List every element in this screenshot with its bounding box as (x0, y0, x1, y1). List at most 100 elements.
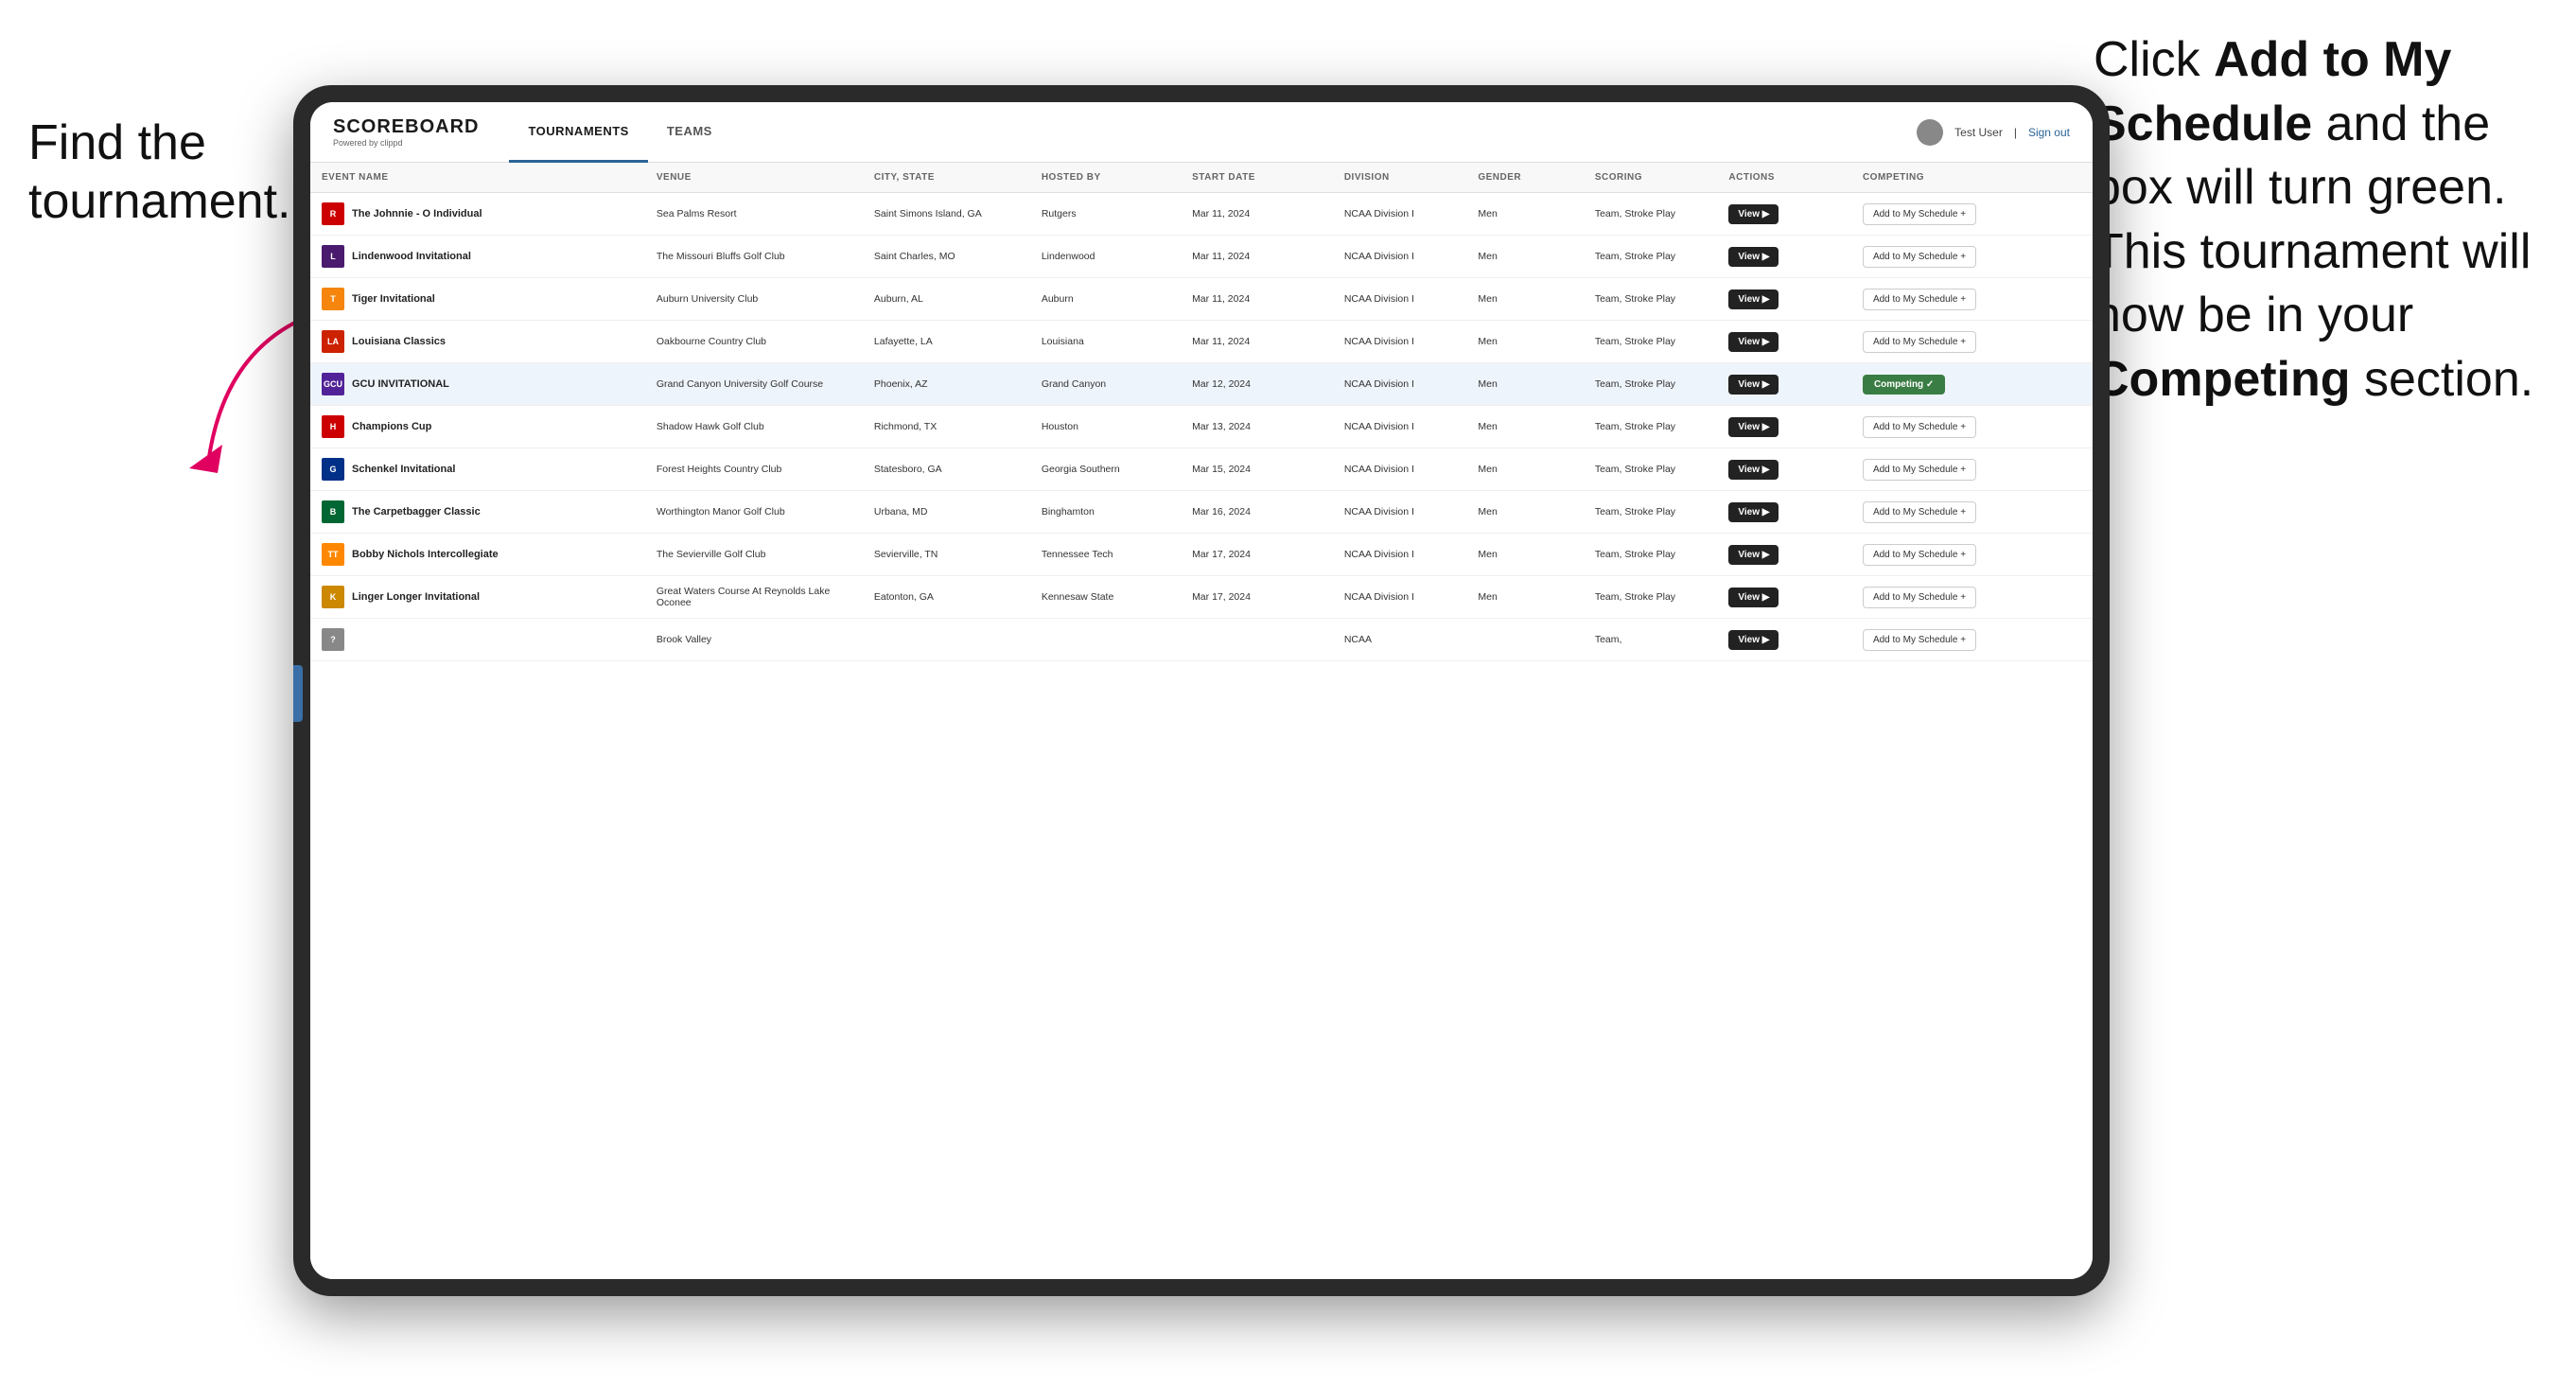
gender-cell: Men (1466, 363, 1583, 406)
hosted-cell: Louisiana (1030, 321, 1181, 363)
tablet-screen: SCOREBOARD Powered by clippd TOURNAMENTS… (310, 102, 2093, 1279)
event-name: Louisiana Classics (352, 336, 446, 347)
add-to-schedule-button[interactable]: Add to My Schedule + (1863, 587, 1976, 608)
city-cell: Statesboro, GA (863, 448, 1030, 491)
add-to-schedule-button[interactable]: Add to My Schedule + (1863, 459, 1976, 481)
actions-cell: View ▶ (1717, 363, 1851, 406)
view-button[interactable]: View ▶ (1728, 375, 1779, 395)
city-cell: Saint Simons Island, GA (863, 193, 1030, 236)
event-name: Schenkel Invitational (352, 464, 455, 475)
sidebar-tab[interactable] (293, 665, 303, 722)
venue-cell: Grand Canyon University Golf Course (645, 363, 863, 406)
annotation-right: Click Add to My Schedule and the box wil… (2094, 28, 2548, 412)
col-header-actions: ACTIONS (1717, 163, 1851, 193)
event-name-cell: G Schenkel Invitational (310, 448, 645, 491)
competing-cell: Add to My Schedule + (1851, 576, 2093, 619)
table-row: T Tiger Invitational Auburn University C… (310, 278, 2093, 321)
add-to-schedule-button[interactable]: Add to My Schedule + (1863, 501, 1976, 523)
event-name: The Carpetbagger Classic (352, 506, 481, 518)
scoring-cell: Team, Stroke Play (1584, 534, 1718, 576)
actions-cell: View ▶ (1717, 534, 1851, 576)
actions-cell: View ▶ (1717, 448, 1851, 491)
competing-cell: Add to My Schedule + (1851, 448, 2093, 491)
city-cell: Lafayette, LA (863, 321, 1030, 363)
city-cell: Richmond, TX (863, 406, 1030, 448)
team-logo: ? (322, 628, 344, 651)
actions-cell: View ▶ (1717, 619, 1851, 661)
team-logo: B (322, 500, 344, 523)
event-name-cell: K Linger Longer Invitational (310, 576, 645, 619)
actions-cell: View ▶ (1717, 236, 1851, 278)
tab-teams[interactable]: TEAMS (648, 102, 731, 163)
competing-cell: Add to My Schedule + (1851, 534, 2093, 576)
view-button[interactable]: View ▶ (1728, 502, 1779, 522)
event-name-cell: L Lindenwood Invitational (310, 236, 645, 278)
table-row: ? Brook Valley NCAA Team, View ▶ Add to … (310, 619, 2093, 661)
date-cell: Mar 11, 2024 (1181, 193, 1333, 236)
event-name-cell: B The Carpetbagger Classic (310, 491, 645, 534)
add-to-schedule-button[interactable]: Add to My Schedule + (1863, 331, 1976, 353)
view-button[interactable]: View ▶ (1728, 417, 1779, 437)
logo-text: SCOREBOARD (333, 117, 479, 136)
annotation-left: Find the tournament. (28, 114, 274, 232)
actions-cell: View ▶ (1717, 321, 1851, 363)
col-header-gender: GENDER (1466, 163, 1583, 193)
city-cell: Phoenix, AZ (863, 363, 1030, 406)
date-cell: Mar 12, 2024 (1181, 363, 1333, 406)
division-cell: NCAA Division I (1333, 193, 1467, 236)
date-cell: Mar 17, 2024 (1181, 576, 1333, 619)
view-button[interactable]: View ▶ (1728, 545, 1779, 565)
scoring-cell: Team, Stroke Play (1584, 576, 1718, 619)
gender-cell: Men (1466, 278, 1583, 321)
table-header-row: EVENT NAME VENUE CITY, STATE HOSTED BY S… (310, 163, 2093, 193)
col-header-scoring: SCORING (1584, 163, 1718, 193)
add-to-schedule-button[interactable]: Add to My Schedule + (1863, 289, 1976, 310)
sign-out-link[interactable]: Sign out (2028, 126, 2070, 139)
view-button[interactable]: View ▶ (1728, 289, 1779, 309)
actions-cell: View ▶ (1717, 193, 1851, 236)
view-button[interactable]: View ▶ (1728, 247, 1779, 267)
scoring-cell: Team, Stroke Play (1584, 193, 1718, 236)
date-cell: Mar 11, 2024 (1181, 321, 1333, 363)
scoring-cell: Team, (1584, 619, 1718, 661)
view-button[interactable]: View ▶ (1728, 588, 1779, 607)
table-row: TT Bobby Nichols Intercollegiate The Sev… (310, 534, 2093, 576)
table-row: L Lindenwood Invitational The Missouri B… (310, 236, 2093, 278)
hosted-cell: Lindenwood (1030, 236, 1181, 278)
division-cell: NCAA Division I (1333, 321, 1467, 363)
hosted-cell: Kennesaw State (1030, 576, 1181, 619)
event-name: Champions Cup (352, 421, 431, 432)
gender-cell: Men (1466, 236, 1583, 278)
competing-button[interactable]: Competing ✓ (1863, 375, 1945, 395)
event-name: GCU INVITATIONAL (352, 378, 449, 390)
add-to-schedule-button[interactable]: Add to My Schedule + (1863, 416, 1976, 438)
scoring-cell: Team, Stroke Play (1584, 321, 1718, 363)
add-to-schedule-button[interactable]: Add to My Schedule + (1863, 629, 1976, 651)
view-button[interactable]: View ▶ (1728, 332, 1779, 352)
table-container: EVENT NAME VENUE CITY, STATE HOSTED BY S… (310, 163, 2093, 1279)
scoring-cell: Team, Stroke Play (1584, 278, 1718, 321)
competing-cell: Add to My Schedule + (1851, 321, 2093, 363)
event-name-cell: TT Bobby Nichols Intercollegiate (310, 534, 645, 576)
table-row: G Schenkel Invitational Forest Heights C… (310, 448, 2093, 491)
col-header-event: EVENT NAME (310, 163, 645, 193)
city-cell (863, 619, 1030, 661)
city-cell: Saint Charles, MO (863, 236, 1030, 278)
view-button[interactable]: View ▶ (1728, 460, 1779, 480)
city-cell: Eatonton, GA (863, 576, 1030, 619)
add-to-schedule-button[interactable]: Add to My Schedule + (1863, 544, 1976, 566)
team-logo: GCU (322, 373, 344, 395)
add-to-schedule-button[interactable]: Add to My Schedule + (1863, 246, 1976, 268)
view-button[interactable]: View ▶ (1728, 204, 1779, 224)
scoring-cell: Team, Stroke Play (1584, 363, 1718, 406)
event-name-cell: H Champions Cup (310, 406, 645, 448)
competing-cell: Add to My Schedule + (1851, 491, 2093, 534)
gender-cell (1466, 619, 1583, 661)
division-cell: NCAA Division I (1333, 236, 1467, 278)
tab-tournaments[interactable]: TOURNAMENTS (509, 102, 647, 163)
view-button[interactable]: View ▶ (1728, 630, 1779, 650)
add-to-schedule-button[interactable]: Add to My Schedule + (1863, 203, 1976, 225)
division-cell: NCAA Division I (1333, 363, 1467, 406)
hosted-cell: Tennessee Tech (1030, 534, 1181, 576)
gender-cell: Men (1466, 448, 1583, 491)
